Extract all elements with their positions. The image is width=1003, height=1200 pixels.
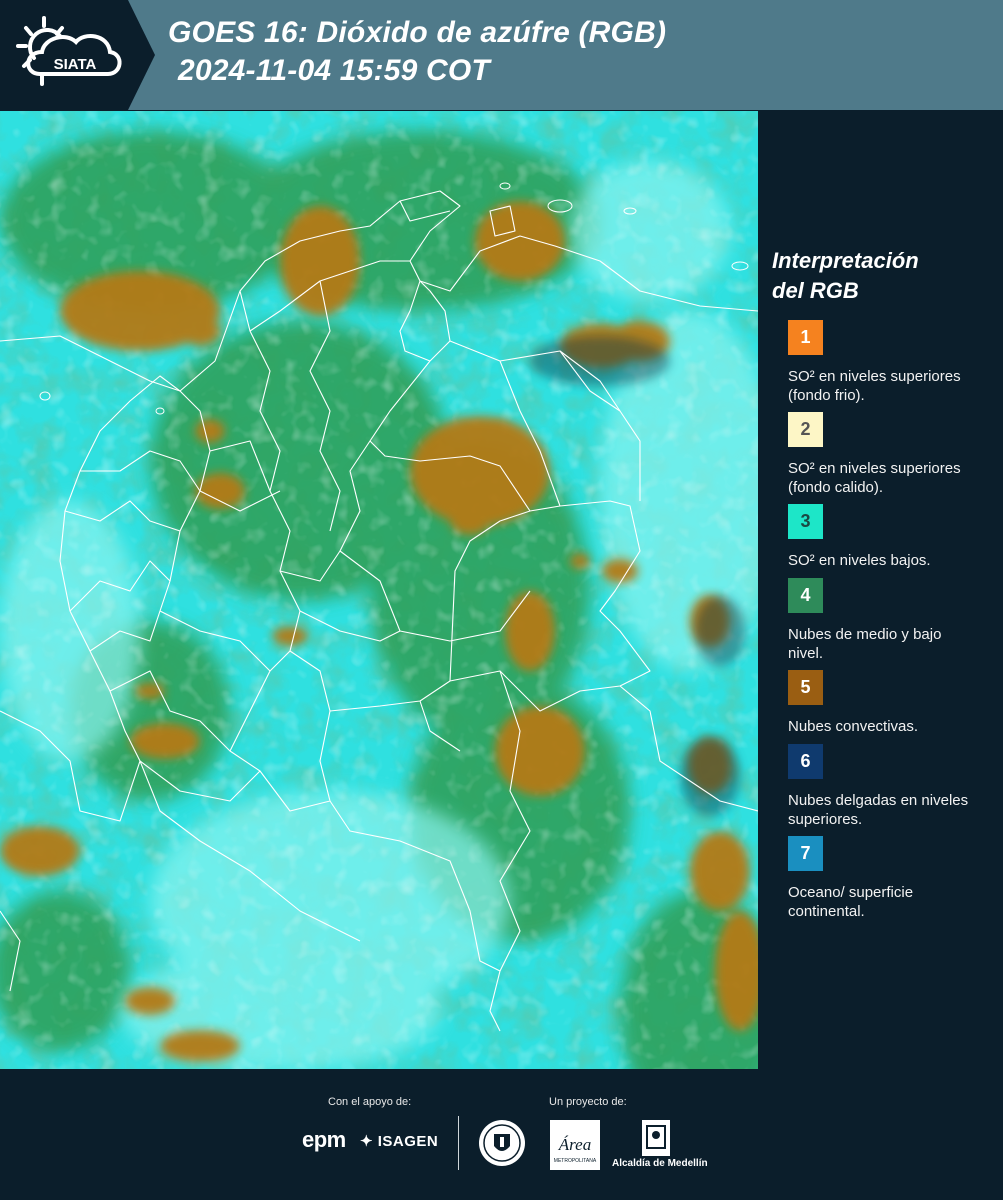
legend-item-2: 2 SO² en niveles superiores (fondo calid… bbox=[772, 412, 997, 504]
satellite-rgb-image bbox=[0, 111, 758, 1069]
siata-logo-text: SIATA bbox=[54, 56, 97, 73]
alcaldia-crest-icon bbox=[642, 1120, 670, 1156]
logo-panel: SIATA bbox=[0, 0, 160, 110]
support-label: Con el apoyo de: bbox=[328, 1096, 412, 1108]
satellite-map bbox=[0, 111, 758, 1069]
alcaldia-label: Alcaldía de Medellín bbox=[612, 1158, 708, 1169]
legend-item-4: 4 Nubes de medio y bajo nivel. bbox=[772, 578, 997, 670]
legend-title: Interpretación del RGB bbox=[772, 246, 997, 306]
medellin-seal-icon bbox=[479, 1120, 525, 1166]
isagen-star-icon: ✦ bbox=[360, 1133, 378, 1150]
footer-divider bbox=[458, 1116, 459, 1170]
cloud-highlight-texture bbox=[0, 111, 758, 1069]
header-bar: SIATA GOES 16: Dióxido de azúfre (RGB) 2… bbox=[0, 0, 1003, 110]
legend-item-3: 3 SO² en niveles bajos. bbox=[772, 504, 997, 578]
legend-text-4: Nubes de medio y bajo nivel. bbox=[788, 626, 942, 662]
legend-swatch-2: 2 bbox=[788, 412, 823, 447]
legend-swatch-6: 6 bbox=[788, 744, 823, 779]
legend-text-2: SO² en niveles superiores (fondo calido)… bbox=[788, 460, 961, 496]
area-metropolitana-logo: Área METROPOLITANA bbox=[550, 1120, 600, 1170]
legend-item-5: 5 Nubes convectivas. bbox=[772, 670, 997, 744]
legend-swatch-7: 7 bbox=[788, 836, 823, 871]
legend-swatch-5: 5 bbox=[788, 670, 823, 705]
project-label: Un proyecto de: bbox=[549, 1096, 627, 1108]
area-logo-subtext: METROPOLITANA bbox=[554, 1158, 597, 1164]
legend-item-7: 7 Oceano/ superficie continental. bbox=[772, 836, 997, 928]
legend-item-1: 1 SO² en niveles superiores (fondo frio)… bbox=[772, 320, 997, 412]
legend-text-7: Oceano/ superficie continental. bbox=[788, 884, 914, 920]
area-logo-text: Área bbox=[558, 1135, 591, 1154]
epm-logo: epm bbox=[302, 1127, 346, 1152]
legend-title-line-1: Interpretación bbox=[772, 248, 919, 273]
legend-item-6: 6 Nubes delgadas en niveles superiores. bbox=[772, 744, 997, 836]
legend-text-5: Nubes convectivas. bbox=[788, 718, 919, 735]
legend-swatch-4: 4 bbox=[788, 578, 823, 613]
rgb-legend: Interpretación del RGB 1 SO² en niveles … bbox=[772, 246, 997, 928]
image-datetime: 2024-11-04 15:59 COT bbox=[178, 54, 490, 87]
legend-text-1: SO² en niveles superiores (fondo frio). bbox=[788, 368, 961, 404]
page-title: GOES 16: Dióxido de azúfre (RGB) bbox=[168, 16, 667, 49]
isagen-logo: ✦ ISAGEN bbox=[360, 1132, 438, 1150]
legend-swatch-1: 1 bbox=[788, 320, 823, 355]
isagen-text: ISAGEN bbox=[377, 1133, 439, 1150]
legend-items: 1 SO² en niveles superiores (fondo frio)… bbox=[772, 320, 997, 928]
legend-title-line-2: del RGB bbox=[772, 278, 859, 303]
legend-text-3: SO² en niveles bajos. bbox=[788, 552, 931, 569]
legend-swatch-3: 3 bbox=[788, 504, 823, 539]
siata-sun-cloud-icon: SIATA bbox=[16, 16, 122, 86]
footer-sponsors: Con el apoyo de: Un proyecto de: epm ✦ I… bbox=[0, 1070, 1003, 1200]
legend-text-6: Nubes delgadas en niveles superiores. bbox=[788, 792, 969, 828]
